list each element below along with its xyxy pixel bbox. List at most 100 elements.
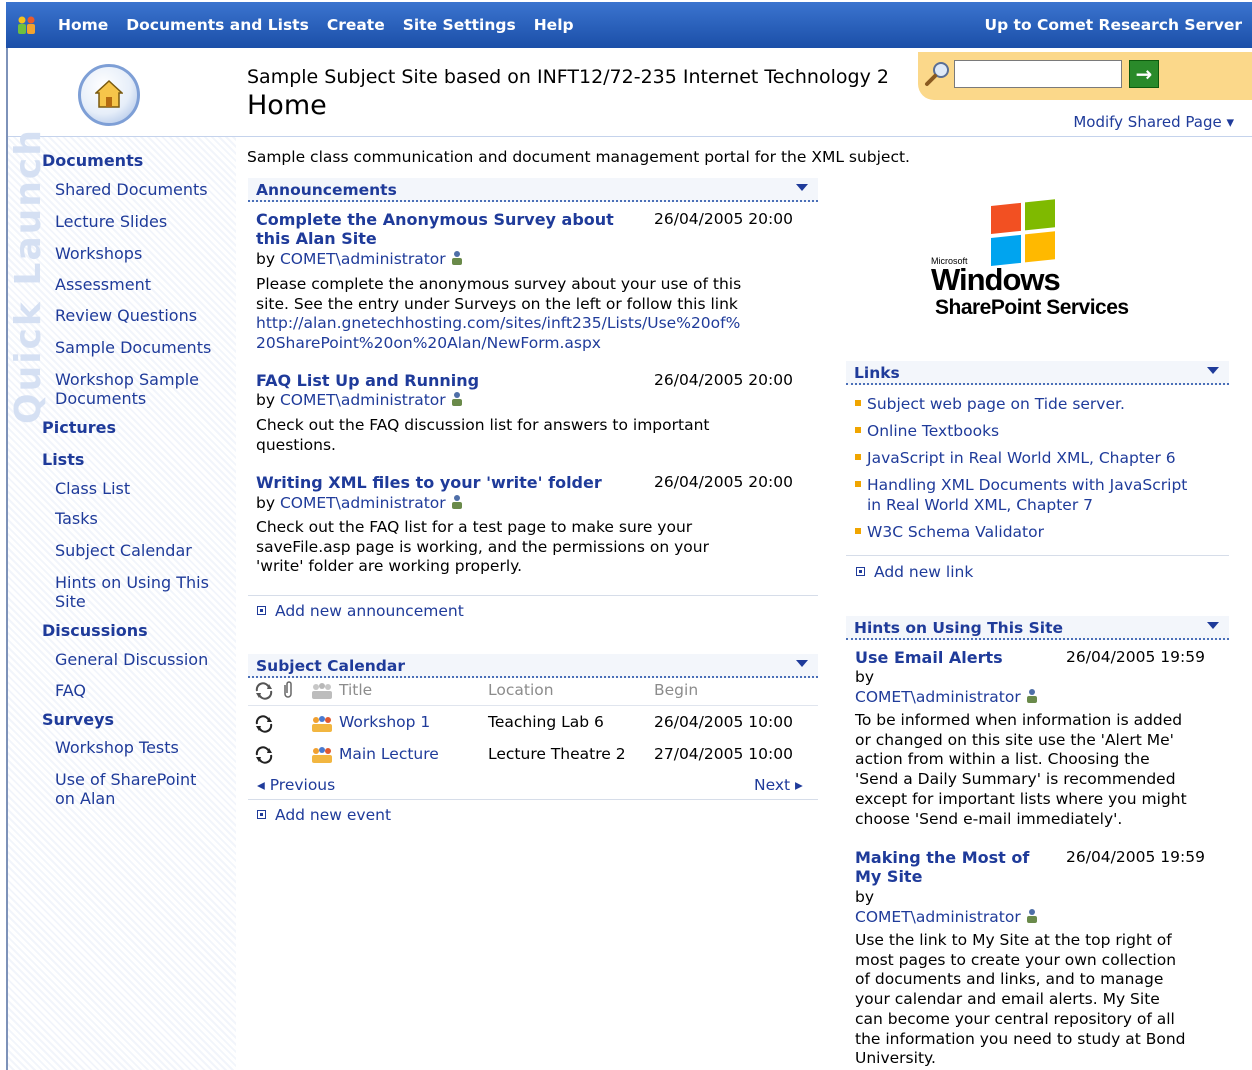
links-header: Links [846, 361, 1229, 385]
announcement-title[interactable]: Writing XML files to your 'write' folder [256, 473, 646, 492]
svg-text:SharePoint Services: SharePoint Services [935, 296, 1129, 319]
calendar-col-title[interactable]: Title [339, 681, 372, 699]
recurrence-icon [255, 682, 273, 700]
hint-title[interactable]: Making the Most of My Site [855, 848, 1029, 886]
nav-help[interactable]: Help [534, 16, 574, 34]
calendar-col-location[interactable]: Location [488, 681, 554, 699]
ql-review-questions[interactable]: Review Questions [55, 306, 197, 325]
modify-shared-page-menu[interactable]: Modify Shared Page ▾ [1073, 113, 1234, 131]
announcement-date: 26/04/2005 20:00 [654, 371, 793, 389]
ql-workshop-sample-documents[interactable]: Workshop Sample Documents [55, 370, 199, 408]
ql-subject-calendar[interactable]: Subject Calendar [55, 541, 192, 560]
calendar-next-link[interactable]: Next ▸ [754, 776, 803, 794]
ql-assessment[interactable]: Assessment [55, 275, 151, 294]
nav-home[interactable]: Home [58, 16, 108, 34]
link-item[interactable]: W3C Schema Validator [855, 522, 1044, 542]
presence-person-icon[interactable] [449, 391, 465, 407]
presence-person-icon[interactable] [1024, 688, 1040, 704]
people-icon [312, 747, 332, 763]
attachment-icon [284, 681, 292, 698]
recurrence-icon [255, 715, 273, 733]
recurrence-icon [255, 746, 273, 764]
calendar-header: Subject Calendar [248, 654, 818, 678]
link-item[interactable]: Handling XML Documents with JavaScript in… [855, 475, 1187, 515]
link-item[interactable]: Subject web page on Tide server. [855, 394, 1125, 414]
announcement-body: Check out the FAQ list for a test page t… [256, 518, 709, 575]
survey-link[interactable]: http://alan.gnetechhosting.com/sites/inf… [256, 314, 740, 352]
nav-site-settings[interactable]: Site Settings [403, 16, 516, 34]
ql-documents-heading[interactable]: Documents [42, 151, 143, 170]
calendar-event-begin: 26/04/2005 10:00 [654, 713, 793, 731]
link-item[interactable]: Online Textbooks [855, 421, 999, 441]
author-link[interactable]: COMET\administrator [280, 250, 446, 268]
author-link[interactable]: COMET\administrator [280, 494, 446, 512]
announcements-menu-icon[interactable] [796, 184, 808, 191]
ql-hints-on-using-this-site[interactable]: Hints on Using This Site [55, 573, 209, 611]
hint-date: 26/04/2005 19:59 [1066, 848, 1205, 866]
calendar-event-begin: 27/04/2005 10:00 [654, 745, 793, 763]
links-divider [846, 555, 1229, 556]
add-new-link-link[interactable]: Add new link [856, 563, 973, 581]
ql-tasks[interactable]: Tasks [55, 509, 98, 528]
search-input[interactable] [954, 60, 1122, 88]
bullet-icon [855, 400, 861, 406]
ql-sample-documents[interactable]: Sample Documents [55, 338, 211, 357]
announcement-title[interactable]: Complete the Anonymous Survey about this … [256, 210, 646, 248]
calendar-event-title[interactable]: Main Lecture [339, 745, 439, 763]
ql-general-discussion[interactable]: General Discussion [55, 650, 208, 669]
hints-title[interactable]: Hints on Using This Site [854, 619, 1063, 637]
ql-class-list[interactable]: Class List [55, 479, 130, 498]
link-item[interactable]: JavaScript in Real World XML, Chapter 6 [855, 448, 1176, 468]
hint-author: by COMET\administrator [855, 667, 1040, 707]
author-link[interactable]: COMET\administrator [280, 391, 446, 409]
calendar-col-begin[interactable]: Begin [654, 681, 698, 699]
calendar-title[interactable]: Subject Calendar [256, 657, 405, 675]
ql-workshops[interactable]: Workshops [55, 244, 142, 263]
announcement-author: by COMET\administrator [256, 391, 465, 409]
hint-title[interactable]: Use Email Alerts [855, 648, 1003, 667]
calendar-event-location: Teaching Lab 6 [488, 713, 604, 731]
sharepoint-people-icon[interactable] [16, 14, 38, 36]
announcements-divider [248, 595, 818, 596]
presence-person-icon[interactable] [449, 250, 465, 266]
announcements-title[interactable]: Announcements [256, 181, 397, 199]
search-go-button[interactable]: → [1129, 60, 1159, 88]
presence-person-icon[interactable] [449, 494, 465, 510]
add-new-announcement-link[interactable]: Add new announcement [257, 602, 464, 620]
nav-up-to-server[interactable]: Up to Comet Research Server [984, 16, 1242, 34]
links-menu-icon[interactable] [1207, 367, 1219, 374]
calendar-previous-link[interactable]: ◂ Previous [257, 776, 335, 794]
announcement-author: by COMET\administrator [256, 494, 465, 512]
add-new-event-link[interactable]: Add new event [257, 806, 391, 824]
hint-author: by COMET\administrator [855, 887, 1040, 927]
links-title[interactable]: Links [854, 364, 900, 382]
author-link[interactable]: COMET\administrator [855, 908, 1021, 926]
add-icon [257, 606, 266, 615]
hints-menu-icon[interactable] [1207, 622, 1219, 629]
ql-lists-heading[interactable]: Lists [42, 450, 84, 469]
calendar-menu-icon[interactable] [796, 660, 808, 667]
announcement-body: Check out the FAQ discussion list for an… [256, 416, 710, 454]
hint-body: To be informed when information is added… [855, 711, 1187, 828]
announcement-title[interactable]: FAQ List Up and Running [256, 371, 646, 390]
ql-workshop-tests[interactable]: Workshop Tests [55, 738, 179, 757]
quick-launch-watermark: Quick Launch [8, 128, 49, 424]
presence-person-icon[interactable] [1024, 908, 1040, 924]
bullet-icon [855, 528, 861, 534]
ql-shared-documents[interactable]: Shared Documents [55, 180, 208, 199]
calendar-divider [248, 799, 818, 800]
author-link[interactable]: COMET\administrator [855, 688, 1021, 706]
people-icon [312, 716, 332, 732]
ql-lecture-slides[interactable]: Lecture Slides [55, 212, 167, 231]
ql-use-of-sharepoint-on-alan[interactable]: Use of SharePoint on Alan [55, 770, 196, 808]
ql-discussions-heading[interactable]: Discussions [42, 621, 148, 640]
nav-create[interactable]: Create [327, 16, 385, 34]
nav-documents-and-lists[interactable]: Documents and Lists [126, 16, 309, 34]
hint-date: 26/04/2005 19:59 [1066, 648, 1205, 666]
ql-surveys-heading[interactable]: Surveys [42, 710, 114, 729]
ql-faq[interactable]: FAQ [55, 681, 86, 700]
calendar-event-title[interactable]: Workshop 1 [339, 713, 430, 731]
announcements-header: Announcements [248, 178, 818, 202]
hints-header: Hints on Using This Site [846, 616, 1229, 640]
ql-pictures-heading[interactable]: Pictures [42, 418, 116, 437]
